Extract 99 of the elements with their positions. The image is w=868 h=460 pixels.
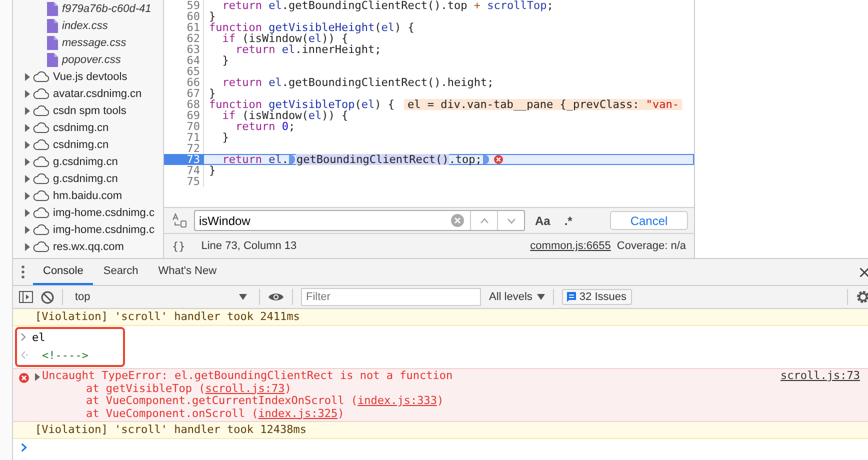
source-link[interactable]: common.js:6655 xyxy=(530,240,611,252)
chevron-right-icon xyxy=(21,333,26,341)
step-marker-icon[interactable] xyxy=(289,155,296,164)
expand-arrow-icon[interactable] xyxy=(25,72,30,80)
inline-value: el = div.van-tab__pane {_prevClass: "van- xyxy=(404,99,682,110)
violation-message: [Violation] 'scroll' handler took 2411ms xyxy=(35,310,300,324)
settings-icon[interactable] xyxy=(856,290,868,304)
domain-name[interactable]: csdnimg.cn xyxy=(53,122,109,134)
expand-arrow-icon[interactable] xyxy=(25,90,30,98)
file-icon xyxy=(47,36,58,50)
match-case-button[interactable]: Aa xyxy=(531,214,554,228)
coverage-text: Coverage: n/a xyxy=(616,240,686,252)
code-line: 59 return el.getBoundingClientRect().top + scrollTop; xyxy=(164,0,694,11)
message-icon xyxy=(567,292,576,302)
code-line: 74 } xyxy=(164,165,694,176)
stack-frame: at VueComponent.getCurrentIndexOnScroll (index.js:333) xyxy=(42,395,860,408)
cursor-position: Line 73, Column 13 xyxy=(201,240,297,252)
cloud-icon xyxy=(33,190,49,201)
issues-button[interactable]: 32 Issues xyxy=(562,289,632,305)
sidebar-toggle-icon[interactable] xyxy=(19,291,33,303)
code-line: 67 } xyxy=(164,88,694,99)
replace-icon[interactable] xyxy=(172,213,188,228)
code-line: 62 if (isWindow(el)) { xyxy=(164,33,694,44)
context-dropdown[interactable]: top xyxy=(71,291,251,303)
domain-name[interactable]: res.wx.qq.com xyxy=(53,240,124,252)
code-line: 64 } xyxy=(164,55,694,66)
caret-icon xyxy=(537,294,546,300)
code-line: 66 return el.getBoundingClientRect().height; xyxy=(164,77,694,88)
expand-arrow-icon[interactable] xyxy=(25,140,30,148)
eye-icon[interactable] xyxy=(268,292,284,302)
cloud-icon xyxy=(33,173,49,184)
file-name[interactable]: index.css xyxy=(62,20,108,32)
file-icon xyxy=(47,18,58,32)
expand-arrow-icon[interactable] xyxy=(25,106,30,114)
code-line: 75 xyxy=(164,176,694,187)
expand-arrow-icon[interactable] xyxy=(25,124,30,132)
code-line: 60 } xyxy=(164,11,694,22)
domain-name[interactable]: img-home.csdnimg.c xyxy=(53,224,154,236)
code-line: 71 } xyxy=(164,132,694,143)
typed-expression: el xyxy=(32,330,46,346)
expand-arrow-icon[interactable] xyxy=(25,242,30,250)
expand-arrow-icon[interactable] xyxy=(35,373,40,381)
expand-arrow-icon[interactable] xyxy=(25,208,30,216)
cloud-icon xyxy=(33,224,49,235)
close-icon[interactable] xyxy=(860,268,868,276)
file-icon xyxy=(47,52,58,66)
clear-console-icon[interactable] xyxy=(41,290,54,304)
code-line: 69 if (isWindow(el)) { xyxy=(164,110,694,121)
expand-arrow-icon[interactable] xyxy=(25,174,30,182)
file-name[interactable]: message.css xyxy=(62,36,126,48)
file-name[interactable]: popover.css xyxy=(62,54,121,66)
drawer-tab[interactable]: Search xyxy=(93,259,148,285)
expand-arrow-icon[interactable] xyxy=(25,158,30,166)
source-link[interactable]: scroll.js:73 xyxy=(780,370,860,382)
cloud-icon xyxy=(33,156,49,167)
step-marker-icon[interactable] xyxy=(482,155,489,164)
source-link[interactable]: index.js:333 xyxy=(358,394,438,407)
cloud-icon xyxy=(33,71,49,82)
violation-message: [Violation] 'scroll' handler took 12438ms xyxy=(35,423,307,437)
domain-name[interactable]: csdn spm tools xyxy=(53,104,126,116)
regex-button[interactable]: .* xyxy=(560,214,576,228)
cloud-icon xyxy=(33,88,49,99)
drawer-tab[interactable]: What's New xyxy=(148,259,227,285)
pretty-print-button[interactable]: {} xyxy=(172,240,186,252)
domain-name[interactable]: csdnimg.cn xyxy=(53,138,109,150)
caret-icon xyxy=(239,294,247,300)
filter-field[interactable]: Filter xyxy=(301,288,481,306)
log-levels-dropdown[interactable]: All levels xyxy=(489,291,546,303)
error-message: Uncaught TypeError: el.getBoundingClientRect is not a function xyxy=(42,370,454,382)
domain-name[interactable]: g.csdnimg.cn xyxy=(53,156,118,168)
expand-arrow-icon[interactable] xyxy=(25,226,30,234)
source-link[interactable]: index.js:325 xyxy=(258,406,338,420)
more-options-icon[interactable] xyxy=(21,265,25,279)
source-link[interactable]: scroll.js:73 xyxy=(205,382,285,394)
domain-name[interactable]: hm.baidu.com xyxy=(53,190,122,202)
error-icon xyxy=(19,373,29,383)
code-line: 63 return el.innerHeight; xyxy=(164,44,694,55)
code-line: 68 function getVisibleTop(el) { el = div.van-tab__pane {_prevClass: "van- xyxy=(164,99,694,110)
code-line: 61 function getVisibleHeight(el) { xyxy=(164,22,694,33)
cancel-button[interactable]: Cancel xyxy=(610,211,688,230)
cloud-icon xyxy=(33,207,49,218)
code-line: 65 xyxy=(164,66,694,77)
result-arrow-icon xyxy=(21,351,28,359)
prompt-icon[interactable] xyxy=(21,443,27,452)
file-icon xyxy=(47,2,58,16)
domain-name[interactable]: g.csdnimg.cn xyxy=(53,172,118,184)
expand-arrow-icon[interactable] xyxy=(25,192,30,200)
cloud-icon xyxy=(33,139,49,150)
cloud-icon xyxy=(33,241,49,252)
domain-name[interactable]: Vue.js devtools xyxy=(53,70,128,82)
code-line: 70 return 0; xyxy=(164,121,694,132)
file-name[interactable]: f979a76b-c60d-41 xyxy=(62,2,152,14)
cloud-icon xyxy=(33,122,49,133)
cloud-icon xyxy=(33,105,49,116)
stack-frame: at VueComponent.onScroll (index.js:325) xyxy=(42,408,860,420)
domain-name[interactable]: avatar.csdnimg.cn xyxy=(53,88,142,100)
domain-name[interactable]: img-home.csdnimg.c xyxy=(53,206,154,218)
stack-frame: at getVisibleTop (scroll.js:73) xyxy=(42,382,860,395)
result-value: <!----> xyxy=(42,348,88,364)
